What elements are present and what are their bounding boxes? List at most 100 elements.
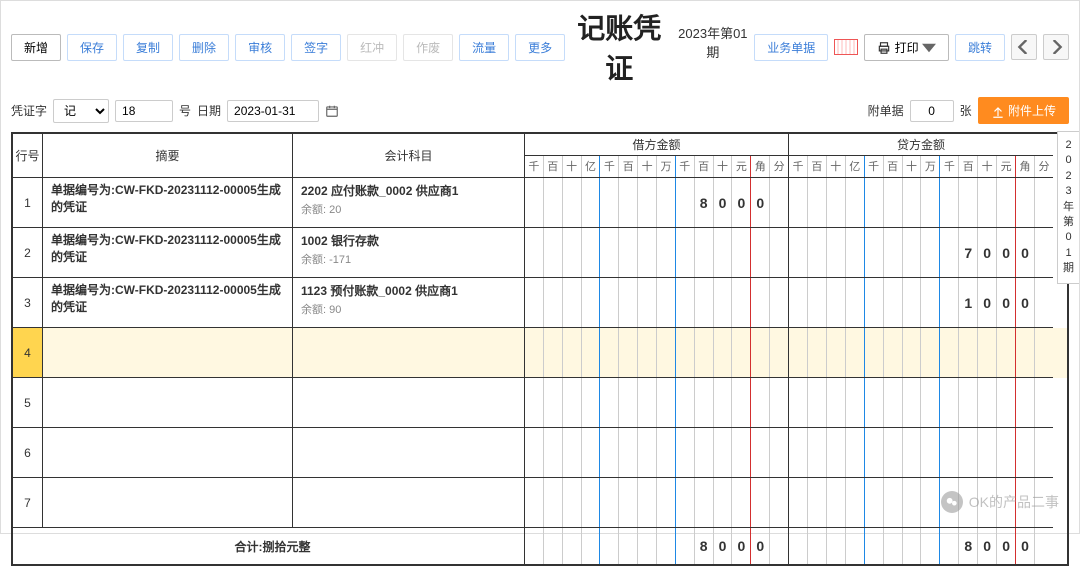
amount-digit[interactable] (563, 178, 582, 227)
amount-digit[interactable] (978, 178, 997, 227)
delete-button[interactable]: 删除 (179, 34, 229, 61)
summary-cell[interactable] (43, 328, 293, 378)
amount-digit[interactable] (903, 428, 922, 477)
amount-digit[interactable] (695, 278, 714, 327)
amount-digit[interactable] (1035, 528, 1053, 564)
amount-digit[interactable]: 0 (978, 278, 997, 327)
amount-digit[interactable] (884, 478, 903, 527)
amount-digit[interactable] (903, 278, 922, 327)
table-row[interactable]: 5 (13, 378, 1067, 428)
biz-doc-button[interactable]: 业务单据 (754, 34, 828, 61)
amount-digit[interactable] (1035, 278, 1053, 327)
amount-digit[interactable] (695, 228, 714, 277)
calendar-icon[interactable] (325, 104, 339, 118)
table-row[interactable]: 7 (13, 478, 1067, 528)
amount-digit[interactable]: 0 (997, 528, 1016, 564)
amount-digit[interactable] (676, 328, 695, 377)
debit-cell[interactable]: 8000 (525, 178, 789, 228)
amount-digit[interactable] (770, 378, 788, 427)
amount-digit[interactable] (563, 228, 582, 277)
amount-digit[interactable] (903, 328, 922, 377)
amount-digit[interactable] (789, 228, 808, 277)
amount-digit[interactable] (676, 278, 695, 327)
amount-digit[interactable] (657, 328, 676, 377)
save-button[interactable]: 保存 (67, 34, 117, 61)
amount-digit[interactable] (525, 178, 544, 227)
amount-digit[interactable] (563, 428, 582, 477)
amount-digit[interactable] (638, 428, 657, 477)
amount-digit[interactable] (525, 328, 544, 377)
amount-digit[interactable] (921, 428, 940, 477)
amount-digit[interactable] (921, 378, 940, 427)
amount-digit[interactable] (884, 328, 903, 377)
amount-digit[interactable] (676, 228, 695, 277)
amount-digit[interactable] (884, 378, 903, 427)
amount-digit[interactable] (997, 428, 1016, 477)
amount-digit[interactable] (638, 478, 657, 527)
copy-button[interactable]: 复制 (123, 34, 173, 61)
date-input[interactable] (227, 100, 319, 122)
amount-digit[interactable] (808, 328, 827, 377)
amount-digit[interactable] (600, 478, 619, 527)
amount-digit[interactable]: 1 (959, 278, 978, 327)
debit-cell[interactable] (525, 478, 789, 528)
account-cell[interactable] (293, 328, 525, 378)
amount-digit[interactable] (563, 378, 582, 427)
sign-button[interactable]: 签字 (291, 34, 341, 61)
amount-digit[interactable] (1016, 178, 1035, 227)
credit-cell[interactable] (789, 178, 1053, 228)
amount-digit[interactable] (1035, 378, 1053, 427)
amount-digit[interactable] (827, 528, 846, 564)
amount-digit[interactable] (789, 528, 808, 564)
amount-digit[interactable] (978, 428, 997, 477)
amount-digit[interactable] (789, 278, 808, 327)
amount-digit[interactable] (619, 228, 638, 277)
amount-digit[interactable] (884, 228, 903, 277)
credit-cell[interactable] (789, 328, 1053, 378)
amount-digit[interactable] (657, 278, 676, 327)
amount-digit[interactable] (563, 528, 582, 564)
amount-digit[interactable] (921, 278, 940, 327)
amount-digit[interactable] (600, 528, 619, 564)
amount-digit[interactable] (619, 528, 638, 564)
amount-digit[interactable] (846, 478, 865, 527)
amount-digit[interactable]: 0 (978, 528, 997, 564)
amount-digit[interactable] (921, 178, 940, 227)
amount-digit[interactable] (1035, 178, 1053, 227)
amount-digit[interactable] (619, 178, 638, 227)
amount-digit[interactable] (827, 228, 846, 277)
amount-digit[interactable] (695, 428, 714, 477)
amount-digit[interactable] (903, 478, 922, 527)
amount-digit[interactable] (525, 278, 544, 327)
amount-digit[interactable] (940, 528, 959, 564)
amount-digit[interactable] (959, 378, 978, 427)
amount-digit[interactable] (1016, 328, 1035, 377)
amount-digit[interactable] (751, 278, 770, 327)
voucher-word-select[interactable]: 记 (53, 99, 109, 123)
amount-digit[interactable] (808, 528, 827, 564)
amount-digit[interactable] (789, 178, 808, 227)
amount-digit[interactable] (619, 378, 638, 427)
amount-digit[interactable] (544, 278, 563, 327)
amount-digit[interactable] (732, 428, 751, 477)
amount-digit[interactable] (582, 228, 601, 277)
amount-digit[interactable] (1016, 378, 1035, 427)
amount-digit[interactable] (544, 228, 563, 277)
amount-digit[interactable] (619, 428, 638, 477)
amount-digit[interactable] (827, 378, 846, 427)
amount-digit[interactable] (789, 328, 808, 377)
amount-digit[interactable] (657, 428, 676, 477)
amount-digit[interactable]: 0 (997, 278, 1016, 327)
amount-digit[interactable] (638, 228, 657, 277)
amount-digit[interactable] (676, 178, 695, 227)
amount-digit[interactable] (865, 528, 884, 564)
summary-cell[interactable] (43, 428, 293, 478)
amount-digit[interactable] (544, 378, 563, 427)
amount-digit[interactable] (600, 428, 619, 477)
table-row[interactable]: 6 (13, 428, 1067, 478)
amount-digit[interactable] (827, 278, 846, 327)
credit-cell[interactable]: 1000 (789, 278, 1053, 328)
amount-digit[interactable] (638, 178, 657, 227)
amount-digit[interactable] (959, 428, 978, 477)
amount-digit[interactable] (732, 478, 751, 527)
